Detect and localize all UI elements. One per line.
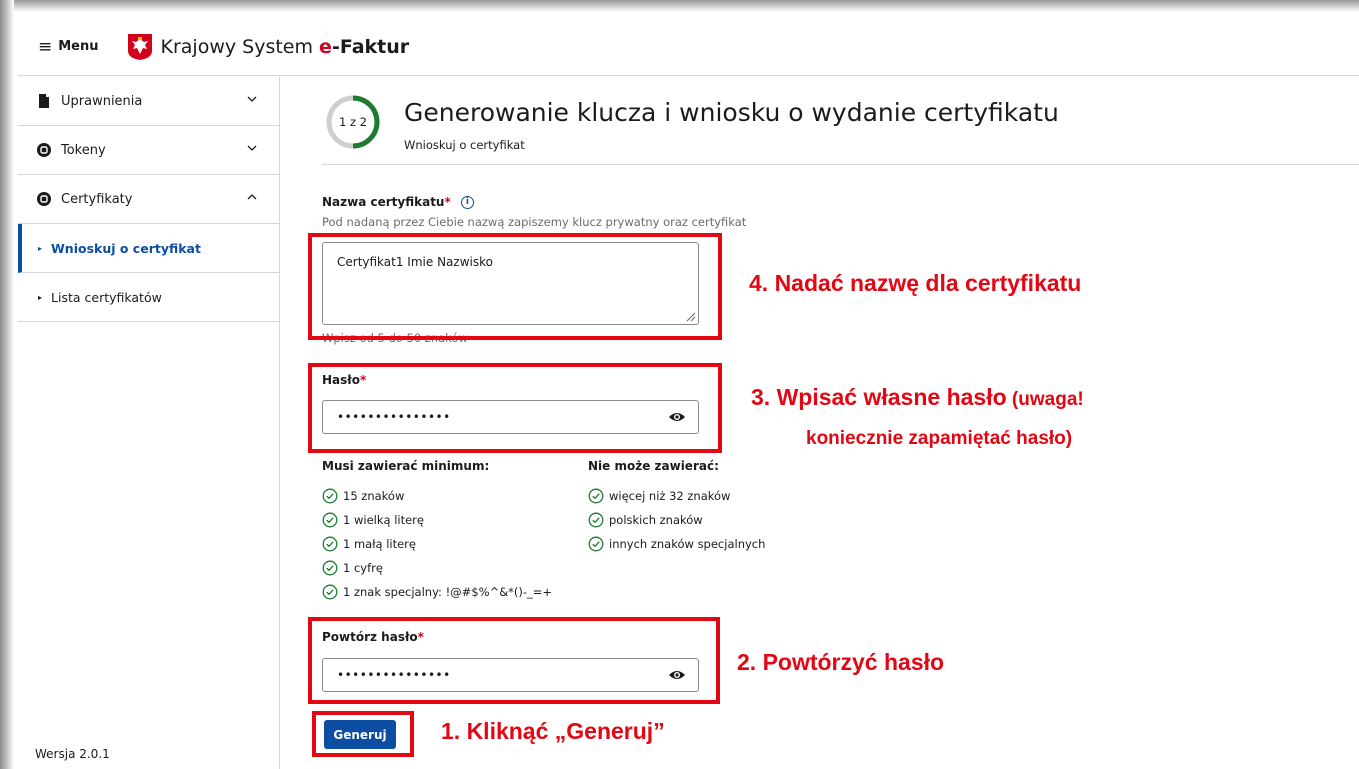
annotation-box-generate — [312, 711, 414, 757]
certificate-icon — [37, 192, 51, 206]
sidebar-item-tokeny[interactable]: Tokeny — [18, 126, 279, 175]
check-circle-icon — [588, 488, 604, 504]
rule-item: 1 cyfrę — [322, 560, 383, 576]
annotation-step-3: 3. Wpisać własne hasło (uwaga! — [751, 384, 1084, 411]
cert-name-label-text: Nazwa certyfikatu — [322, 195, 445, 209]
sidebar-item-label: Certyfikaty — [61, 191, 133, 207]
brand-e-letter: e — [319, 35, 332, 58]
rule-item: 1 małą literę — [322, 536, 416, 552]
rule-item: więcej niż 32 znaków — [588, 488, 730, 504]
menu-button[interactable]: ≡ Menu — [38, 37, 99, 57]
rule-item: 1 wielką literę — [322, 512, 424, 528]
page-title: Generowanie klucza i wniosku o wydanie c… — [404, 98, 1059, 127]
sidebar: Uprawnienia Tokeny Certyfikaty ▸ Wniosku… — [18, 77, 280, 769]
rule-item: 1 znak specjalny: !@#$%^&*()-_=+ — [322, 584, 552, 600]
annotation-step-3-suffix: (uwaga! — [1006, 389, 1084, 410]
info-icon[interactable]: i — [460, 196, 474, 209]
brand-prefix: Krajowy System — [160, 35, 320, 58]
sidebar-subitem-label: Wnioskuj o certyfikat — [51, 240, 201, 256]
chevron-down-icon — [247, 96, 257, 102]
sidebar-subitem-label: Lista certyfikatów — [51, 289, 162, 305]
menu-label: Menu — [58, 39, 99, 54]
check-circle-icon — [322, 584, 338, 600]
required-mark: * — [444, 195, 451, 209]
rule-text: 1 wielką literę — [343, 513, 424, 527]
bullet-triangle-icon: ▸ — [38, 292, 43, 302]
sidebar-item-certyfikaty[interactable]: Certyfikaty — [18, 175, 279, 224]
rule-text: innych znaków specjalnych — [609, 537, 766, 551]
check-circle-icon — [322, 536, 338, 552]
chevron-up-icon — [247, 194, 257, 200]
rule-text: polskich znaków — [609, 513, 703, 527]
rule-item: polskich znaków — [588, 512, 703, 528]
check-circle-icon — [588, 512, 604, 528]
brand-logo[interactable]: Krajowy System e-Faktur — [127, 33, 410, 61]
brand-suffix: -Faktur — [331, 35, 410, 58]
sidebar-item-label: Tokeny — [61, 142, 106, 158]
bullet-triangle-icon: ▸ — [38, 243, 43, 253]
check-circle-icon — [588, 536, 604, 552]
eagle-emblem-icon — [127, 33, 152, 60]
page-subtitle: Wnioskuj o certyfikat — [404, 138, 525, 152]
rule-item: 15 znaków — [322, 488, 404, 504]
hamburger-icon: ≡ — [38, 36, 53, 57]
document-icon — [39, 94, 49, 108]
window-shadow-top — [0, 0, 1359, 12]
annotation-step-1: 1. Kliknąć „Generuj” — [441, 718, 665, 744]
step-indicator-text: 1 z 2 — [339, 115, 367, 129]
annotation-box-cert-name — [308, 233, 722, 340]
app-version: Wersja 2.0.1 — [35, 747, 110, 761]
cert-name-label: Nazwa certyfikatu* i — [322, 195, 474, 209]
rule-item: innych znaków specjalnych — [588, 536, 765, 552]
divider — [322, 164, 1359, 165]
annotation-step-3-main: 3. Wpisać własne hasło — [751, 384, 1007, 410]
top-header: ≡ Menu Krajowy System e-Faktur — [18, 18, 1359, 76]
check-circle-icon — [322, 488, 338, 504]
rule-text: więcej niż 32 znaków — [609, 489, 731, 503]
annotation-step-4: 4. Nadać nazwę dla certyfikatu — [749, 270, 1082, 296]
must-contain-heading: Musi zawierać minimum: — [322, 459, 490, 473]
brand-name: Krajowy System e-Faktur — [161, 36, 410, 58]
rule-text: 1 znak specjalny: !@#$%^&*()-_=+ — [343, 585, 553, 599]
sidebar-item-wnioskuj[interactable]: ▸ Wnioskuj o certyfikat — [18, 224, 279, 273]
annotation-box-repeat-password — [308, 617, 720, 704]
chevron-down-icon — [247, 145, 257, 151]
app-window: ≡ Menu Krajowy System e-Faktur Uprawnien… — [0, 0, 1359, 769]
window-shadow-left — [0, 0, 14, 769]
rule-text: 1 małą literę — [343, 537, 416, 551]
sidebar-item-label: Uprawnienia — [61, 93, 143, 109]
annotation-step-2: 2. Powtórzyć hasło — [737, 649, 945, 675]
token-icon — [37, 143, 51, 157]
annotation-step-3-line2: koniecznie zapamiętać hasło) — [806, 428, 1073, 449]
sidebar-item-uprawnienia[interactable]: Uprawnienia — [18, 77, 279, 126]
rule-text: 15 znaków — [343, 489, 405, 503]
annotation-box-password — [308, 363, 722, 453]
sidebar-item-lista-certyfikatow[interactable]: ▸ Lista certyfikatów — [18, 273, 279, 322]
must-not-contain-heading: Nie może zawierać: — [588, 459, 719, 473]
cert-name-hint: Pod nadaną przez Ciebie nazwą zapiszemy … — [322, 215, 747, 229]
check-circle-icon — [322, 512, 338, 528]
rule-text: 1 cyfrę — [343, 561, 383, 575]
check-circle-icon — [322, 560, 338, 576]
